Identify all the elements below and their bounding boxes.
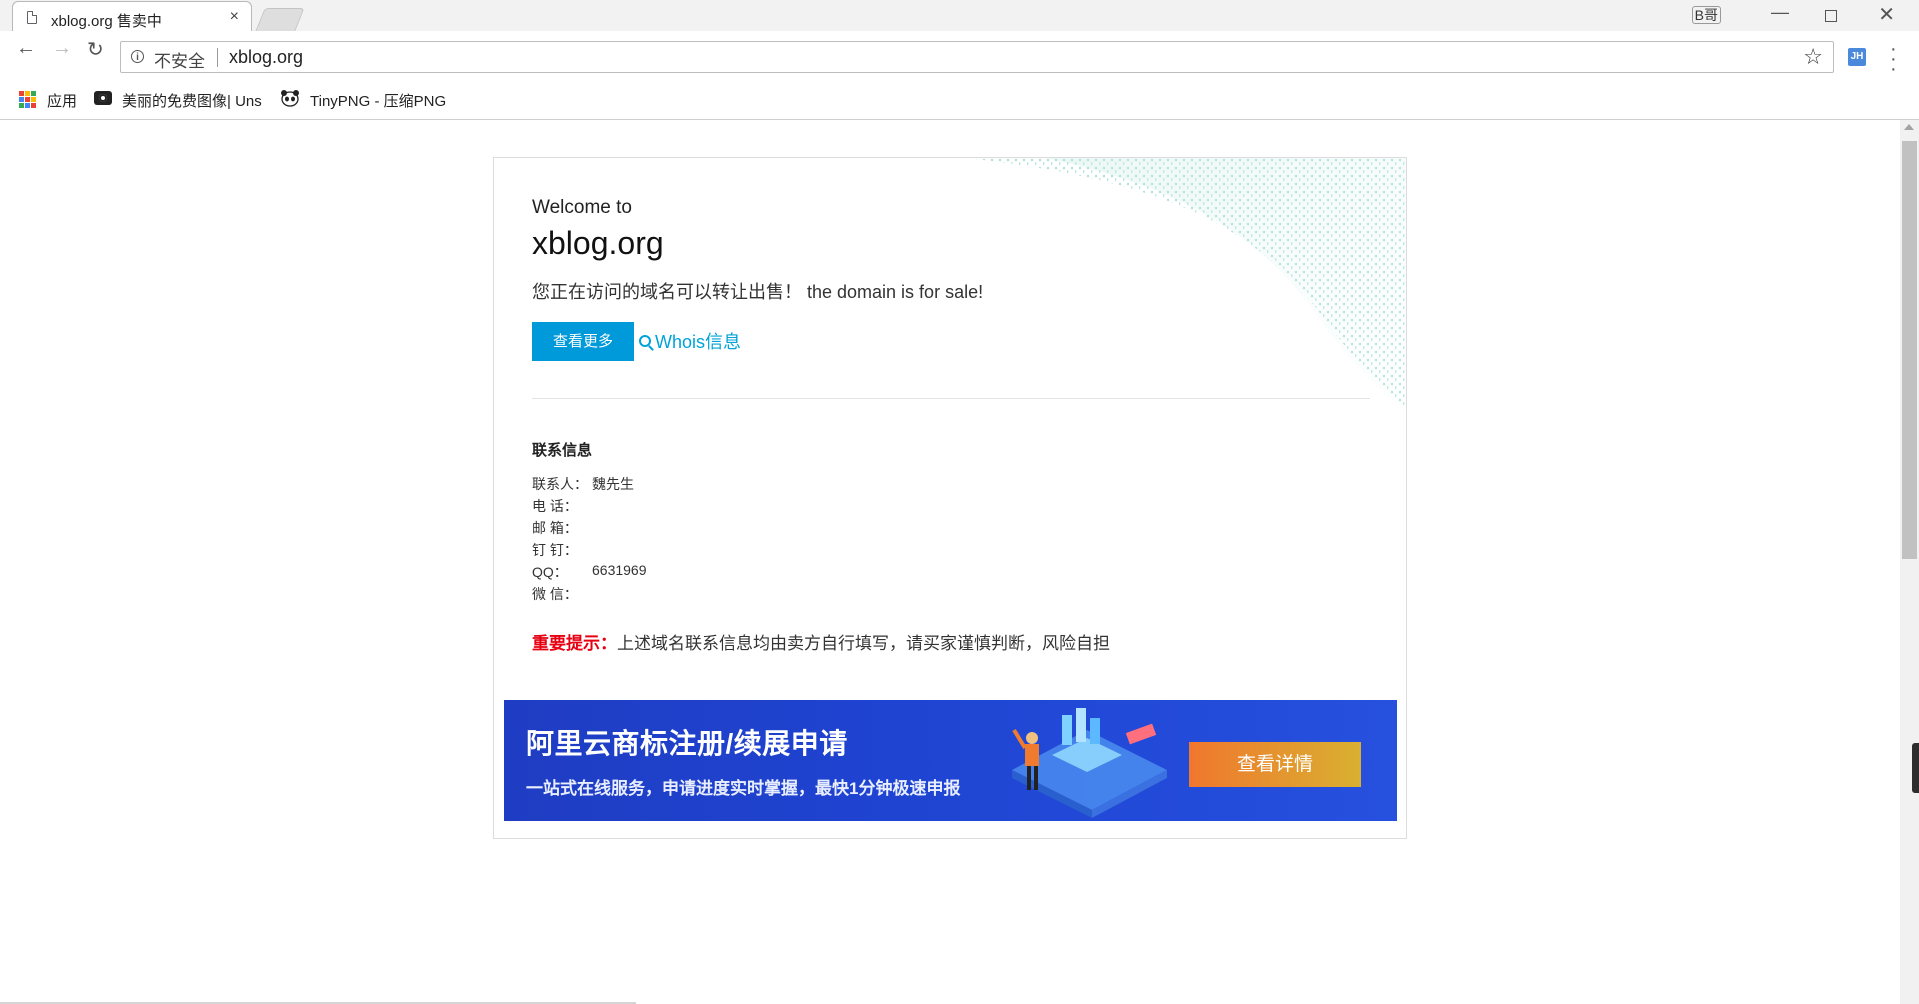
- contact-value: 魏先生: [592, 476, 634, 492]
- bookmark-apps[interactable]: 应用: [47, 90, 77, 111]
- url-text[interactable]: xblog.org: [229, 47, 303, 68]
- side-widget[interactable]: [1912, 743, 1919, 793]
- notice-text: 上述域名联系信息均由卖方自行填写，请买家谨慎判断，风险自担: [617, 634, 1110, 653]
- contact-label: 钉 钉：: [532, 542, 578, 558]
- restore-icon[interactable]: [1825, 10, 1837, 22]
- view-more-button[interactable]: 查看更多: [532, 322, 634, 361]
- scrollbar-thumb[interactable]: [1902, 141, 1917, 559]
- welcome-text: Welcome to: [532, 197, 632, 218]
- contact-label: 微 信：: [532, 586, 578, 602]
- bookmark-tinypng[interactable]: TinyPNG - 压缩PNG: [310, 90, 446, 111]
- contact-label: QQ：: [532, 564, 568, 580]
- browser-titlebar: xblog.org 售卖中 × B哥 — ✕: [0, 0, 1919, 32]
- forward-arrow-icon[interactable]: →: [52, 37, 72, 60]
- new-tab-button[interactable]: [255, 8, 305, 31]
- browser-menu-icon[interactable]: · · ·: [1890, 39, 1897, 79]
- banner-subtitle: 一站式在线服务，申请进度实时掌握，最快1分钟极速申报: [526, 779, 961, 798]
- tab-close-icon[interactable]: ×: [230, 8, 239, 26]
- contact-value: 6631969: [592, 562, 647, 578]
- isometric-illustration: [1012, 708, 1167, 818]
- contact-row-qq: QQ： 6631969: [532, 562, 647, 582]
- bookmark-star-icon[interactable]: ☆: [1803, 44, 1823, 70]
- extension-icon[interactable]: JH: [1848, 48, 1866, 66]
- contact-label: 邮 箱：: [532, 520, 578, 536]
- contact-section-title: 联系信息: [532, 442, 593, 459]
- section-divider: [532, 398, 1370, 399]
- banner-title: 阿里云商标注册/续展申请: [526, 728, 848, 759]
- contact-row-person: 联系人： 魏先生: [532, 474, 634, 494]
- window-close-icon[interactable]: ✕: [1878, 2, 1895, 27]
- contact-row-wechat: 微 信：: [532, 584, 578, 604]
- apps-grid-icon[interactable]: [19, 91, 36, 108]
- domain-heading: xblog.org: [532, 225, 664, 261]
- camera-icon[interactable]: [94, 91, 112, 105]
- page-file-icon: [27, 11, 37, 24]
- profile-button[interactable]: B哥: [1691, 6, 1721, 24]
- address-bar[interactable]: i 不安全 xblog.org ☆: [120, 41, 1834, 73]
- aliyun-trademark-banner[interactable]: 阿里云商标注册/续展申请 一站式在线服务，申请进度实时掌握，最快1分钟极速申报 …: [504, 700, 1397, 821]
- contact-label: 电 话：: [532, 498, 578, 514]
- security-status[interactable]: 不安全: [154, 47, 205, 72]
- browser-tab-active[interactable]: xblog.org 售卖中 ×: [12, 1, 252, 32]
- back-arrow-icon[interactable]: ←: [16, 37, 36, 60]
- panda-icon[interactable]: [280, 89, 300, 107]
- scroll-up-arrow-icon[interactable]: [1904, 124, 1914, 130]
- whois-link-label: Whois信息: [655, 332, 742, 352]
- bookmarks-bar: 应用 美丽的免费图像| Uns TinyPNG - 压缩PNG: [0, 80, 1919, 120]
- notice-prefix: 重要提示：: [532, 634, 617, 653]
- reload-icon[interactable]: ↻: [87, 37, 104, 62]
- search-icon: [639, 335, 651, 347]
- view-details-button[interactable]: 查看详情: [1189, 742, 1361, 787]
- whois-link[interactable]: Whois信息: [639, 328, 741, 354]
- minimize-icon[interactable]: —: [1771, 2, 1789, 23]
- address-separator: [217, 48, 218, 67]
- tab-title: xblog.org 售卖中: [51, 13, 162, 30]
- important-notice: 重要提示：上述域名联系信息均由卖方自行填写，请买家谨慎判断，风险自担: [532, 629, 1110, 654]
- contact-row-dingtalk: 钉 钉：: [532, 540, 578, 560]
- contact-row-phone: 电 话：: [532, 496, 578, 516]
- contact-row-email: 邮 箱：: [532, 518, 578, 538]
- info-icon[interactable]: i: [131, 50, 144, 63]
- sale-notice: 您正在访问的域名可以转让出售！ the domain is for sale!: [532, 282, 984, 302]
- bookmark-unsplash[interactable]: 美丽的免费图像| Uns: [122, 90, 262, 111]
- contact-label: 联系人：: [532, 476, 588, 492]
- domain-sale-card: Welcome to xblog.org 您正在访问的域名可以转让出售！ the…: [493, 157, 1407, 839]
